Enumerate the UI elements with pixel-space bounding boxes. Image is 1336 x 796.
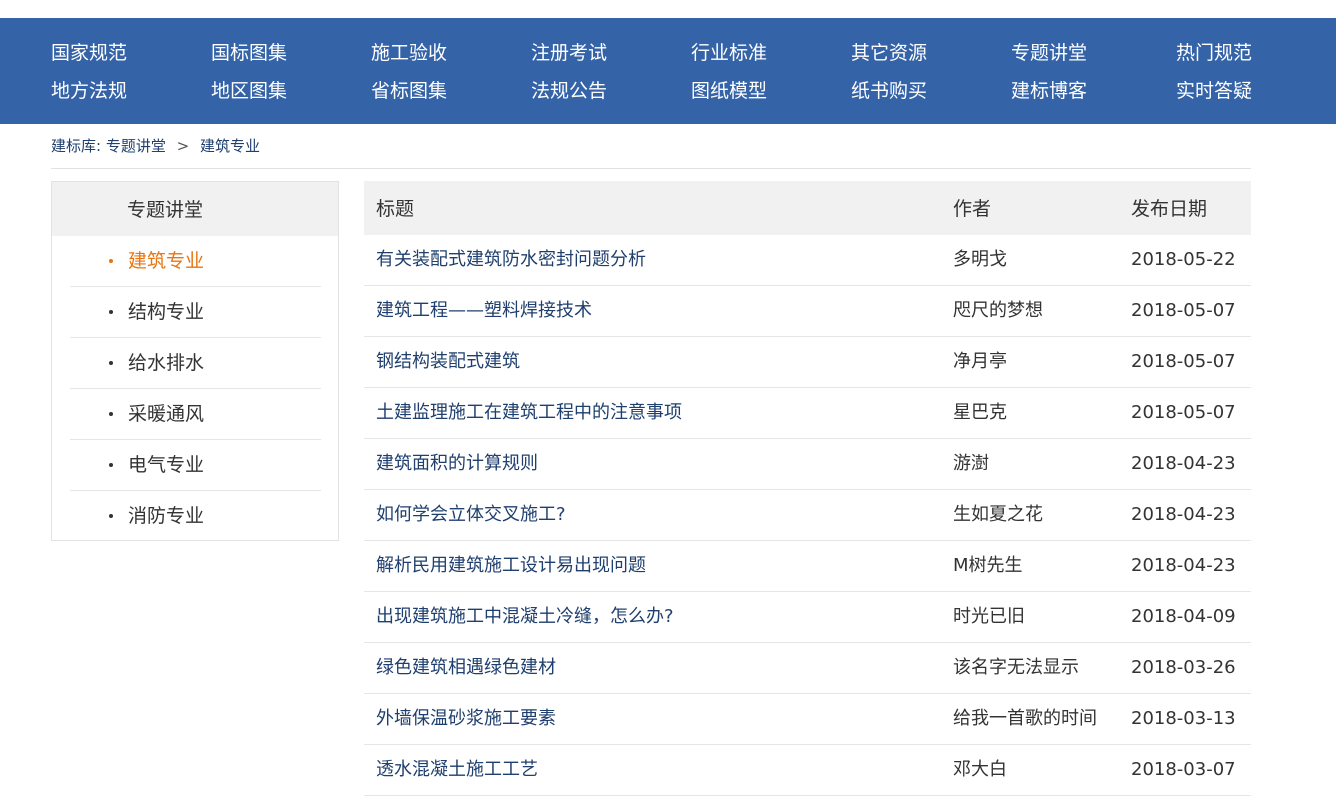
article-author: 邓大白	[953, 759, 1007, 780]
sidebar-item[interactable]: 采暖通风	[70, 389, 321, 440]
table-row: 如何学会立体交叉施工? 生如夏之花 2018-04-23	[364, 490, 1251, 541]
article-date: 2018-05-22	[1131, 249, 1236, 270]
article-title-link[interactable]: 如何学会立体交叉施工?	[376, 490, 566, 540]
header-author: 作者	[953, 198, 992, 220]
nav-link-topic-lectures[interactable]: 专题讲堂	[1011, 34, 1087, 72]
nav-link-registration-exam[interactable]: 注册考试	[531, 34, 607, 72]
article-author: 该名字无法显示	[953, 657, 1079, 678]
nav-link-national-codes[interactable]: 国家规范	[51, 34, 127, 72]
table-body: 有关装配式建筑防水密封问题分析 多明戈 2018-05-22 建筑工程——塑料焊接技术…	[364, 235, 1251, 796]
article-title-link[interactable]: 建筑面积的计算规则	[376, 439, 538, 489]
breadcrumb-current[interactable]: 建筑专业	[200, 137, 260, 155]
table-row: 解析民用建筑施工设计易出现问题 M树先生 2018-04-23	[364, 541, 1251, 592]
sidebar: 专题讲堂 建筑专业结构专业给水排水采暖通风电气专业消防专业	[51, 181, 339, 541]
table-row: 钢结构装配式建筑 净月亭 2018-05-07	[364, 337, 1251, 388]
bullet-icon	[109, 514, 113, 518]
sidebar-item-label: 消防专业	[128, 505, 205, 527]
sidebar-item-label: 电气专业	[128, 454, 205, 476]
breadcrumb-section[interactable]: 专题讲堂	[106, 137, 166, 155]
article-date: 2018-03-13	[1131, 708, 1236, 729]
article-date: 2018-05-07	[1131, 300, 1236, 321]
article-title-link[interactable]: 土建监理施工在建筑工程中的注意事项	[376, 388, 682, 438]
nav-row-1: 国家规范 国标图集 施工验收 注册考试 行业标准 其它资源 专题讲堂 热门规范	[0, 34, 1336, 72]
article-author: M树先生	[953, 555, 1023, 576]
table-row: 土建监理施工在建筑工程中的注意事项 星巴克 2018-05-07	[364, 388, 1251, 439]
article-author: 时光已旧	[953, 606, 1025, 627]
nav-link-other-resources[interactable]: 其它资源	[851, 34, 927, 72]
nav-link-popular-codes[interactable]: 热门规范	[1176, 34, 1252, 72]
sidebar-list: 建筑专业结构专业给水排水采暖通风电气专业消防专业	[52, 236, 338, 542]
article-title-link[interactable]: 透水混凝土施工工艺	[376, 745, 538, 795]
sidebar-item-label: 结构专业	[128, 301, 205, 323]
article-author: 给我一首歌的时间	[953, 708, 1097, 729]
article-author: 净月亭	[953, 351, 1007, 372]
article-date: 2018-04-23	[1131, 453, 1236, 474]
nav-link-construction-acceptance[interactable]: 施工验收	[371, 34, 447, 72]
sidebar-item[interactable]: 电气专业	[70, 440, 321, 491]
article-date: 2018-04-09	[1131, 606, 1236, 627]
article-title-link[interactable]: 有关装配式建筑防水密封问题分析	[376, 235, 646, 285]
sidebar-item-label: 采暖通风	[128, 403, 205, 425]
article-date: 2018-04-23	[1131, 504, 1236, 525]
nav-link-regulation-notices[interactable]: 法规公告	[531, 72, 607, 110]
sidebar-item[interactable]: 建筑专业	[70, 236, 321, 287]
nav-link-drawing-models[interactable]: 图纸模型	[691, 72, 767, 110]
table-row: 外墙保温砂浆施工要素 给我一首歌的时间 2018-03-13	[364, 694, 1251, 745]
article-title-link[interactable]: 绿色建筑相遇绿色建材	[376, 643, 556, 693]
nav-link-industry-standards[interactable]: 行业标准	[691, 34, 767, 72]
bullet-icon	[109, 463, 113, 467]
sidebar-item[interactable]: 消防专业	[70, 491, 321, 542]
bullet-icon	[109, 412, 113, 416]
table-row: 建筑工程——塑料焊接技术 咫尺的梦想 2018-05-07	[364, 286, 1251, 337]
nav-link-book-purchase[interactable]: 纸书购买	[851, 72, 927, 110]
nav-link-regional-atlas[interactable]: 地区图集	[211, 72, 287, 110]
article-author: 星巴克	[953, 402, 1007, 423]
article-date: 2018-03-07	[1131, 759, 1236, 780]
table-row: 透水混凝土施工工艺 邓大白 2018-03-07	[364, 745, 1251, 796]
nav-link-blog[interactable]: 建标博客	[1011, 72, 1087, 110]
bullet-icon	[109, 259, 113, 263]
nav-row-2: 地方法规 地区图集 省标图集 法规公告 图纸模型 纸书购买 建标博客 实时答疑	[0, 72, 1336, 110]
sidebar-item[interactable]: 结构专业	[70, 287, 321, 338]
article-table: 标题 作者 发布日期 有关装配式建筑防水密封问题分析 多明戈 2018-05-22 建…	[364, 181, 1251, 796]
header-date: 发布日期	[1131, 198, 1208, 220]
article-date: 2018-05-07	[1131, 402, 1236, 423]
sidebar-item-label: 建筑专业	[128, 250, 205, 272]
article-author: 多明戈	[953, 249, 1007, 270]
nav-link-local-regulations[interactable]: 地方法规	[51, 72, 127, 110]
breadcrumb-root[interactable]: 建标库:	[51, 137, 101, 155]
sidebar-item[interactable]: 给水排水	[70, 338, 321, 389]
nav-link-provincial-atlas[interactable]: 省标图集	[371, 72, 447, 110]
article-title-link[interactable]: 外墙保温砂浆施工要素	[376, 694, 556, 744]
article-title-link[interactable]: 建筑工程——塑料焊接技术	[376, 286, 592, 336]
table-row: 有关装配式建筑防水密封问题分析 多明戈 2018-05-22	[364, 235, 1251, 286]
table-row: 建筑面积的计算规则 游澍 2018-04-23	[364, 439, 1251, 490]
article-title-link[interactable]: 出现建筑施工中混凝土冷缝，怎么办?	[376, 592, 674, 642]
article-author: 游澍	[953, 453, 989, 474]
article-author: 咫尺的梦想	[953, 300, 1043, 321]
nav-link-national-atlas[interactable]: 国标图集	[211, 34, 287, 72]
article-author: 生如夏之花	[953, 504, 1043, 525]
sidebar-item-label: 给水排水	[128, 352, 205, 374]
table-header: 标题 作者 发布日期	[364, 181, 1251, 235]
article-title-link[interactable]: 钢结构装配式建筑	[376, 337, 520, 387]
article-date: 2018-05-07	[1131, 351, 1236, 372]
header-title: 标题	[376, 198, 415, 220]
bullet-icon	[109, 310, 113, 314]
nav-link-live-qa[interactable]: 实时答疑	[1176, 72, 1252, 110]
top-nav: 国家规范 国标图集 施工验收 注册考试 行业标准 其它资源 专题讲堂 热门规范 …	[0, 18, 1336, 124]
article-date: 2018-03-26	[1131, 657, 1236, 678]
table-row: 绿色建筑相遇绿色建材 该名字无法显示 2018-03-26	[364, 643, 1251, 694]
table-row: 出现建筑施工中混凝土冷缝，怎么办? 时光已旧 2018-04-09	[364, 592, 1251, 643]
article-date: 2018-04-23	[1131, 555, 1236, 576]
breadcrumb-divider	[51, 168, 1251, 169]
article-title-link[interactable]: 解析民用建筑施工设计易出现问题	[376, 541, 646, 591]
bullet-icon	[109, 361, 113, 365]
breadcrumb: 建标库: 专题讲堂 > 建筑专业	[51, 134, 260, 158]
sidebar-title: 专题讲堂	[52, 182, 338, 236]
breadcrumb-separator: >	[176, 137, 190, 155]
